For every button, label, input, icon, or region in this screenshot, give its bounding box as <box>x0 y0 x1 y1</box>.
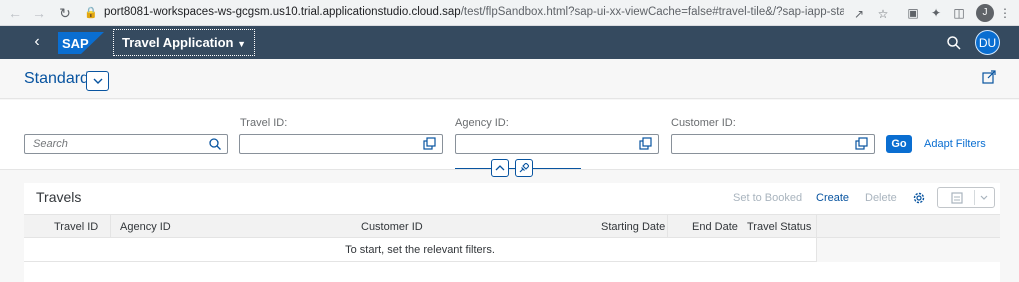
agency-id-field[interactable] <box>455 134 659 154</box>
chevron-down-icon <box>93 78 103 84</box>
column-header-customer-id[interactable]: Customer ID <box>361 221 423 233</box>
variant-dropdown-button[interactable] <box>86 71 109 91</box>
column-separator <box>816 215 817 238</box>
puzzle-icon[interactable]: ✦ <box>928 5 944 21</box>
chevron-down-icon: ▼ <box>237 39 247 49</box>
address-bar[interactable]: 🔒 port8081-workspaces-ws-gcgsm.us10.tria… <box>84 3 904 23</box>
extension-icon[interactable]: ▣ <box>905 5 921 21</box>
create-button[interactable]: Create <box>816 192 849 204</box>
column-header-starting-date[interactable]: Starting Date <box>601 221 665 233</box>
browser-profile-avatar[interactable]: J <box>976 4 994 22</box>
app-title-text: Travel Application <box>122 35 234 50</box>
url-text: port8081-workspaces-ws-gcgsm.us10.trial.… <box>104 6 844 18</box>
column-header-agency-id[interactable]: Agency ID <box>120 221 171 233</box>
chevron-up-icon <box>495 165 505 171</box>
browser-toolbar: ← → ↻ 🔒 port8081-workspaces-ws-gcgsm.us1… <box>0 0 1019 26</box>
browser-menu-icon[interactable]: ⋮ <box>997 5 1013 21</box>
collapse-header-button[interactable] <box>491 159 509 177</box>
gear-icon[interactable] <box>912 191 926 205</box>
search-icon[interactable] <box>946 35 962 51</box>
value-help-icon[interactable] <box>423 137 437 151</box>
user-avatar[interactable]: DU <box>975 30 1000 55</box>
back-icon[interactable]: ‹ <box>28 33 46 51</box>
lock-icon: 🔒 <box>84 7 98 19</box>
customer-id-field[interactable] <box>671 134 875 154</box>
sidepanel-icon[interactable]: ◫ <box>951 5 967 21</box>
export-icon <box>951 192 963 204</box>
travels-table-panel: Travels Set to Booked Create Delete Trav… <box>24 183 1000 282</box>
search-input[interactable]: Search <box>24 134 228 154</box>
set-to-booked-button[interactable]: Set to Booked <box>733 192 802 204</box>
column-header-end-date[interactable]: End Date <box>692 221 738 233</box>
split-separator <box>974 190 975 205</box>
customer-id-label: Customer ID: <box>671 117 736 129</box>
column-separator <box>667 215 668 238</box>
table-filler <box>816 238 1000 262</box>
agency-id-label: Agency ID: <box>455 117 509 129</box>
share-page-icon[interactable]: ↗ <box>852 7 866 21</box>
bookmark-star-icon[interactable]: ☆ <box>876 7 890 21</box>
pin-icon <box>519 163 529 173</box>
value-help-icon[interactable] <box>639 137 653 151</box>
table-title: Travels <box>36 189 82 205</box>
travel-id-field[interactable] <box>239 134 443 154</box>
travel-id-label: Travel ID: <box>240 117 288 129</box>
column-header-travel-id[interactable]: Travel ID <box>54 221 98 233</box>
chevron-down-icon[interactable] <box>980 195 988 201</box>
app-title-menu[interactable]: Travel Application ▼ <box>113 29 256 56</box>
value-help-icon[interactable] <box>855 137 869 151</box>
shell-bar: ‹ SAP Travel Application ▼ DU <box>0 26 1019 59</box>
sap-logo[interactable]: SAP <box>58 32 104 54</box>
browser-forward-icon[interactable]: → <box>30 4 48 22</box>
pin-header-button[interactable] <box>515 159 533 177</box>
delete-button[interactable]: Delete <box>865 192 897 204</box>
svg-text:SAP: SAP <box>62 36 89 51</box>
go-button[interactable]: Go <box>886 135 912 153</box>
column-header-travel-status[interactable]: Travel Status <box>747 221 811 233</box>
browser-back-icon[interactable]: ← <box>6 4 24 22</box>
no-data-message: To start, set the relevant filters. <box>24 238 816 262</box>
variant-title[interactable]: Standard <box>24 70 89 88</box>
adapt-filters-link[interactable]: Adapt Filters <box>924 138 986 150</box>
search-icon[interactable] <box>208 137 222 151</box>
filter-bar: Search Travel ID: Agency ID: Customer ID… <box>0 100 1019 177</box>
browser-reload-icon[interactable]: ↻ <box>56 4 74 22</box>
export-button[interactable] <box>937 187 995 208</box>
table-header-row: Travel ID Agency ID Customer ID Starting… <box>24 214 1000 238</box>
share-icon[interactable] <box>982 70 996 84</box>
column-separator <box>110 215 111 238</box>
page-header: Standard <box>0 59 1019 99</box>
